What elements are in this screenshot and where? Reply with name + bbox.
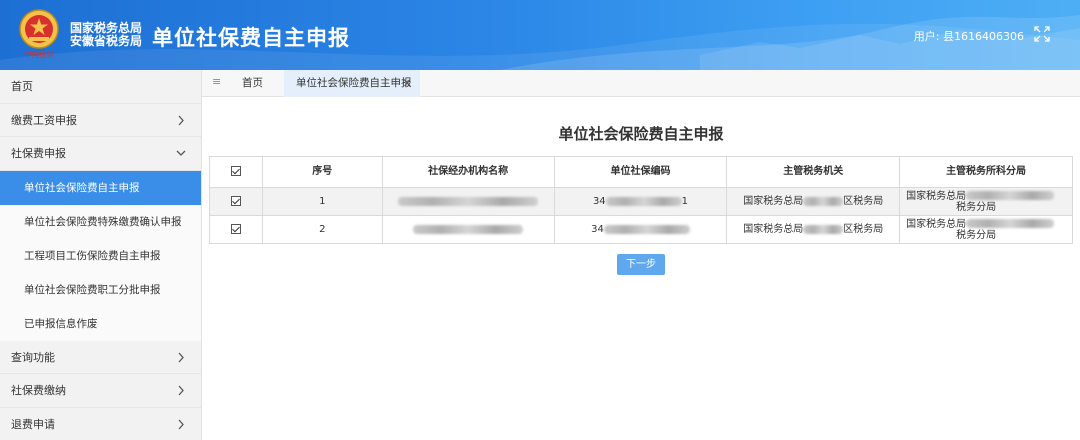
sidebar: 首页 缴费工资申报 社保费申报 单位社会保险费自主申报 单位社会保险费特殊缴费确…: [0, 70, 202, 440]
agency-name-cell: [381, 215, 555, 244]
row-checkbox[interactable]: [230, 196, 241, 206]
redacted-text: [603, 224, 690, 234]
unit-code-cell: 34 1: [553, 187, 728, 216]
tax-bureau-cell: 国家税务总局 税务分局: [899, 215, 1073, 244]
table-row[interactable]: 2 34 国家税务总局 区税务局 国家税务总局 税务分局: [209, 215, 1073, 244]
page-title: 单位社会保险费自主申报: [558, 125, 724, 143]
row-number: 1: [261, 187, 383, 216]
sidebar-item-label: 已申报信息作废: [24, 317, 98, 330]
chevron-right-icon: [178, 419, 184, 429]
tax-emblem-icon: 中国税务: [19, 9, 59, 59]
row-number: 2: [261, 215, 383, 244]
declaration-table: 序号 社保经办机构名称 单位社保编码 主管税务机关 主管税务所科分局 1 34 1…: [209, 156, 1073, 244]
code-suffix: 1: [681, 196, 689, 207]
column-header: 单位社保编码: [553, 156, 728, 188]
column-header: 社保经办机构名称: [381, 156, 555, 188]
redacted-text: [966, 219, 1055, 228]
sidebar-subitem-self-declaration[interactable]: 单位社会保险费自主申报: [0, 170, 201, 205]
sidebar-item-wage-declaration[interactable]: 缴费工资申报: [0, 104, 201, 137]
sidebar-item-social-security-declaration[interactable]: 社保费申报: [0, 137, 201, 171]
sidebar-item-refund[interactable]: 退费申请: [0, 408, 201, 440]
agency-name-cell: [381, 187, 555, 216]
chevron-right-icon: [178, 115, 184, 125]
column-header: 主管税务所科分局: [899, 156, 1073, 188]
sidebar-subitem-injury-insurance[interactable]: 工程项目工伤保险费自主申报: [0, 238, 201, 273]
sidebar-item-label: 单位社会保险费职工分批申报: [24, 283, 161, 296]
tab-bar: ≡ 首页 单位社会保险费自主申报 ✕: [202, 70, 1080, 97]
sidebar-subitem-batch-declaration[interactable]: 单位社会保险费职工分批申报: [0, 272, 201, 307]
tab-label: 单位社会保险费自主申报: [296, 77, 412, 89]
next-step-button[interactable]: 下一步: [617, 254, 665, 275]
bureau-suffix: 税务分局: [956, 229, 997, 241]
tax-prefix: 国家税务总局: [743, 224, 804, 235]
sidebar-item-label: 首页: [11, 80, 33, 93]
select-all-cell[interactable]: [209, 156, 263, 188]
unit-code-cell: 34: [553, 215, 728, 244]
row-checkbox[interactable]: [230, 224, 241, 234]
table-row[interactable]: 1 34 1 国家税务总局 区税务局 国家税务总局 税务分局: [209, 187, 1073, 216]
sidebar-item-label: 工程项目工伤保险费自主申报: [24, 249, 161, 262]
sidebar-item-home[interactable]: 首页: [0, 70, 201, 104]
sidebar-subitem-void-declaration[interactable]: 已申报信息作废: [0, 306, 201, 341]
bureau-prefix: 国家税务总局: [906, 190, 967, 202]
tab-home[interactable]: 首页: [234, 70, 271, 97]
code-prefix: 34: [591, 224, 604, 235]
emblem-caption: 中国税务: [24, 49, 54, 59]
redacted-text: [413, 224, 524, 234]
redacted-text: [803, 224, 844, 234]
sidebar-item-payment[interactable]: 社保费缴纳: [0, 374, 201, 408]
tax-authority-cell: 国家税务总局 区税务局: [726, 187, 901, 216]
chevron-right-icon: [178, 352, 184, 362]
sidebar-item-label: 单位社会保险费自主申报: [24, 181, 140, 194]
chevron-down-icon: [176, 150, 186, 156]
chevron-right-icon: [178, 385, 184, 396]
sidebar-subitem-special-payment[interactable]: 单位社会保险费特殊缴费确认申报: [0, 204, 201, 239]
redacted-text: [803, 196, 844, 206]
redacted-text: [398, 196, 539, 206]
tax-suffix: 区税务局: [843, 196, 884, 207]
table-header-row: 序号 社保经办机构名称 单位社保编码 主管税务机关 主管税务所科分局: [209, 156, 1073, 188]
column-header: 主管税务机关: [726, 156, 901, 188]
tax-authority-cell: 国家税务总局 区税务局: [726, 215, 901, 244]
code-prefix: 34: [592, 196, 606, 207]
fullscreen-icon[interactable]: [1034, 26, 1050, 42]
redacted-text: [966, 191, 1055, 200]
column-header: 序号: [261, 156, 383, 188]
user-label: 用户: 县1616406306: [913, 30, 1024, 43]
sidebar-item-label: 退费申请: [11, 417, 55, 431]
sidebar-item-label: 社保费申报: [11, 147, 66, 160]
tax-prefix: 国家税务总局: [743, 196, 804, 207]
sidebar-item-label: 单位社会保险费特殊缴费确认申报: [24, 215, 182, 228]
tax-suffix: 区税务局: [843, 224, 884, 235]
bureau-suffix: 税务分局: [956, 201, 997, 213]
sidebar-item-label: 查询功能: [11, 350, 55, 364]
close-icon[interactable]: ✕: [403, 70, 412, 97]
menu-toggle-icon[interactable]: ≡: [212, 75, 221, 88]
select-all-checkbox[interactable]: [230, 166, 241, 176]
app-header: 中国税务 国家税务总局 安徽省税务局 单位社保费自主申报 用户: 县161640…: [0, 0, 1080, 70]
bureau-prefix: 国家税务总局: [906, 218, 967, 230]
app-title: 单位社保费自主申报: [152, 26, 350, 50]
sidebar-item-label: 缴费工资申报: [11, 113, 77, 127]
sidebar-item-label: 社保费缴纳: [11, 384, 66, 397]
sidebar-item-query[interactable]: 查询功能: [0, 341, 201, 374]
org-line-2: 安徽省税务局: [70, 34, 143, 48]
redacted-text: [605, 196, 682, 206]
tax-bureau-cell: 国家税务总局 税务分局: [899, 187, 1073, 216]
organization-name: 国家税务总局 安徽省税务局: [70, 22, 142, 48]
tab-self-declaration[interactable]: 单位社会保险费自主申报 ✕: [284, 70, 420, 97]
